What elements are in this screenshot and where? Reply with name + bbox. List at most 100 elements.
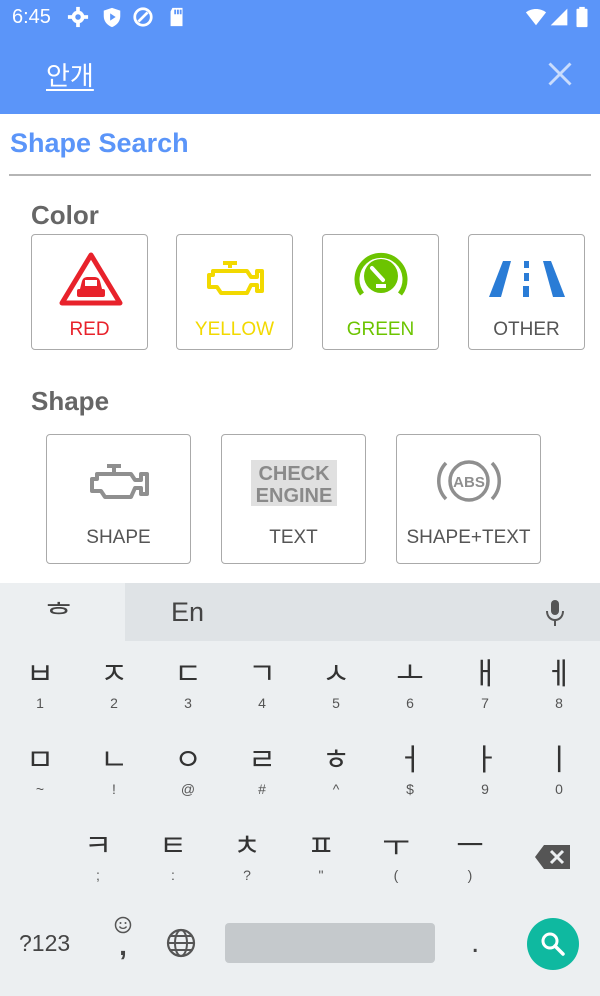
shape-card-label: SHAPE xyxy=(86,527,151,548)
key-row1-2[interactable]: ㄷ3 xyxy=(152,657,224,712)
key-row2-1[interactable]: ㄴ! xyxy=(78,743,150,798)
microphone-icon[interactable] xyxy=(544,599,566,627)
suggestion-strip: En xyxy=(125,583,600,641)
app-bar: 안개 xyxy=(0,34,600,114)
key-sub-label: ! xyxy=(112,781,116,797)
lane-departure-icon xyxy=(489,261,565,297)
search-query-text[interactable]: 안개 xyxy=(46,56,94,93)
key-main-label: ㄴ xyxy=(100,743,128,778)
key-row3-3[interactable]: ㅍ " xyxy=(285,830,357,884)
key-row2-3[interactable]: ㄹ # xyxy=(226,743,298,798)
key-row3-5[interactable]: ㅡ) xyxy=(434,829,506,884)
status-time: 6:45 xyxy=(12,6,51,28)
key-row1-5[interactable]: ㅗ6 xyxy=(374,657,446,712)
key-sub-label: @ xyxy=(180,781,196,797)
key-sub-label: ~ xyxy=(35,781,45,797)
key-row1-7[interactable]: ㅔ8 xyxy=(523,657,595,712)
hazard-car-icon xyxy=(59,252,123,306)
key-row3-1[interactable]: ㅌ: xyxy=(137,829,209,884)
key-main-label: ㅐ xyxy=(471,657,499,692)
signal-icon xyxy=(550,8,568,26)
key-row1-3[interactable]: ㄱ4 xyxy=(226,658,298,712)
key-sub-label: # xyxy=(258,781,266,797)
key-sub-label: 7 xyxy=(481,695,489,711)
check-engine-icon xyxy=(207,261,264,295)
key-main-label: ㅌ xyxy=(159,829,187,864)
color-card-label: YELLOW xyxy=(194,319,275,340)
emoji-comma-key[interactable]: , xyxy=(108,916,138,961)
key-row3-0[interactable]: ㅋ; xyxy=(62,829,134,884)
key-row2-6[interactable]: ㅏ9 xyxy=(449,744,521,798)
key-row2-5[interactable]: ㅓ $ xyxy=(374,744,446,798)
color-card-label: OTHER xyxy=(493,319,560,340)
color-card-label: RED xyxy=(69,319,110,340)
key-sub-label: 4 xyxy=(258,695,266,711)
key-row2-7[interactable]: ㅣ0 xyxy=(523,743,595,798)
key-main-label: ㅈ xyxy=(100,657,128,692)
close-icon[interactable] xyxy=(546,60,574,88)
key-main-label: ㄷ xyxy=(174,657,202,692)
space-bar[interactable] xyxy=(225,923,435,963)
icon-text-abs: ABS xyxy=(453,474,485,491)
key-row3-4[interactable]: ㅜ( xyxy=(360,829,432,884)
key-main-label: ㅋ xyxy=(84,829,112,864)
battery-icon xyxy=(576,6,588,28)
shape-card-text[interactable]: CHECK ENGINE TEXT xyxy=(221,434,366,564)
globe-icon[interactable] xyxy=(165,927,197,959)
key-sub-label: " xyxy=(318,867,324,883)
key-main-label: ㅜ xyxy=(382,829,410,864)
key-sub-label: 0 xyxy=(555,781,563,797)
key-row1-0[interactable]: ㅂ1 xyxy=(4,658,76,712)
shape-card-label: SHAPE+TEXT xyxy=(406,527,531,548)
shape-card-shape[interactable]: SHAPE xyxy=(46,434,191,564)
key-sub-label: $ xyxy=(406,781,414,797)
settings-icon xyxy=(67,6,89,28)
key-row1-6[interactable]: ㅐ7 xyxy=(449,657,521,712)
key-sub-label: 3 xyxy=(184,695,192,711)
period-key[interactable]: . xyxy=(471,926,479,960)
key-main-label: ㅊ xyxy=(233,829,261,864)
check-engine-text-icon: CHECK ENGINE xyxy=(251,460,337,506)
shape-group-label: Shape xyxy=(31,386,110,416)
key-row2-2[interactable]: ㅇ @ xyxy=(152,743,224,798)
key-sub-label: : xyxy=(171,867,175,883)
key-row1-4[interactable]: ㅅ5 xyxy=(300,658,372,712)
status-bar: 6:45 xyxy=(0,0,600,34)
language-mode-key[interactable]: ᄒ xyxy=(45,591,73,635)
symbols-key[interactable]: ?123 xyxy=(19,930,70,957)
color-group-label: Color xyxy=(31,200,99,230)
color-card-red[interactable]: RED xyxy=(31,234,148,350)
key-sub-label: 8 xyxy=(555,695,563,711)
key-sub-label: ^ xyxy=(332,781,340,797)
color-card-yellow[interactable]: YELLOW xyxy=(176,234,293,350)
key-main-label: ㅣ xyxy=(545,743,573,778)
comma-label: , xyxy=(119,930,127,961)
keyboard-top-bar: ᄒ En xyxy=(0,583,600,641)
key-main-label: ㄹ xyxy=(248,743,276,778)
icon-text-check: CHECK xyxy=(258,463,330,485)
data-saver-icon xyxy=(133,7,153,27)
shield-play-icon xyxy=(103,7,121,28)
backspace-icon[interactable] xyxy=(534,843,572,871)
key-sub-label: ; xyxy=(96,867,100,883)
key-sub-label: 6 xyxy=(406,695,414,711)
shape-card-shape-text[interactable]: ABS SHAPE+TEXT xyxy=(396,434,541,564)
key-main-label: ㅔ xyxy=(545,657,573,692)
search-action-key[interactable] xyxy=(527,918,579,970)
page-title: Shape Search xyxy=(10,128,189,158)
icon-text-engine: ENGINE xyxy=(256,485,333,506)
color-card-green[interactable]: GREEN xyxy=(322,234,439,350)
key-main-label: ㅇ xyxy=(174,743,202,778)
key-sub-label: 9 xyxy=(481,781,489,797)
color-card-label: GREEN xyxy=(346,319,415,340)
color-card-other[interactable]: OTHER xyxy=(468,234,585,350)
key-main-label: ㅡ xyxy=(456,829,484,864)
key-row1-1[interactable]: ㅈ2 xyxy=(78,657,150,712)
key-main-label: ㅗ xyxy=(396,657,424,692)
suggestion-text[interactable]: En xyxy=(171,597,204,628)
key-row2-0[interactable]: ㅁ ~ xyxy=(4,744,76,798)
key-row3-2[interactable]: ㅊ? xyxy=(211,829,283,884)
divider xyxy=(9,174,591,176)
key-row2-4[interactable]: ㅎ ^ xyxy=(300,744,372,798)
key-sub-label: 2 xyxy=(110,695,118,711)
